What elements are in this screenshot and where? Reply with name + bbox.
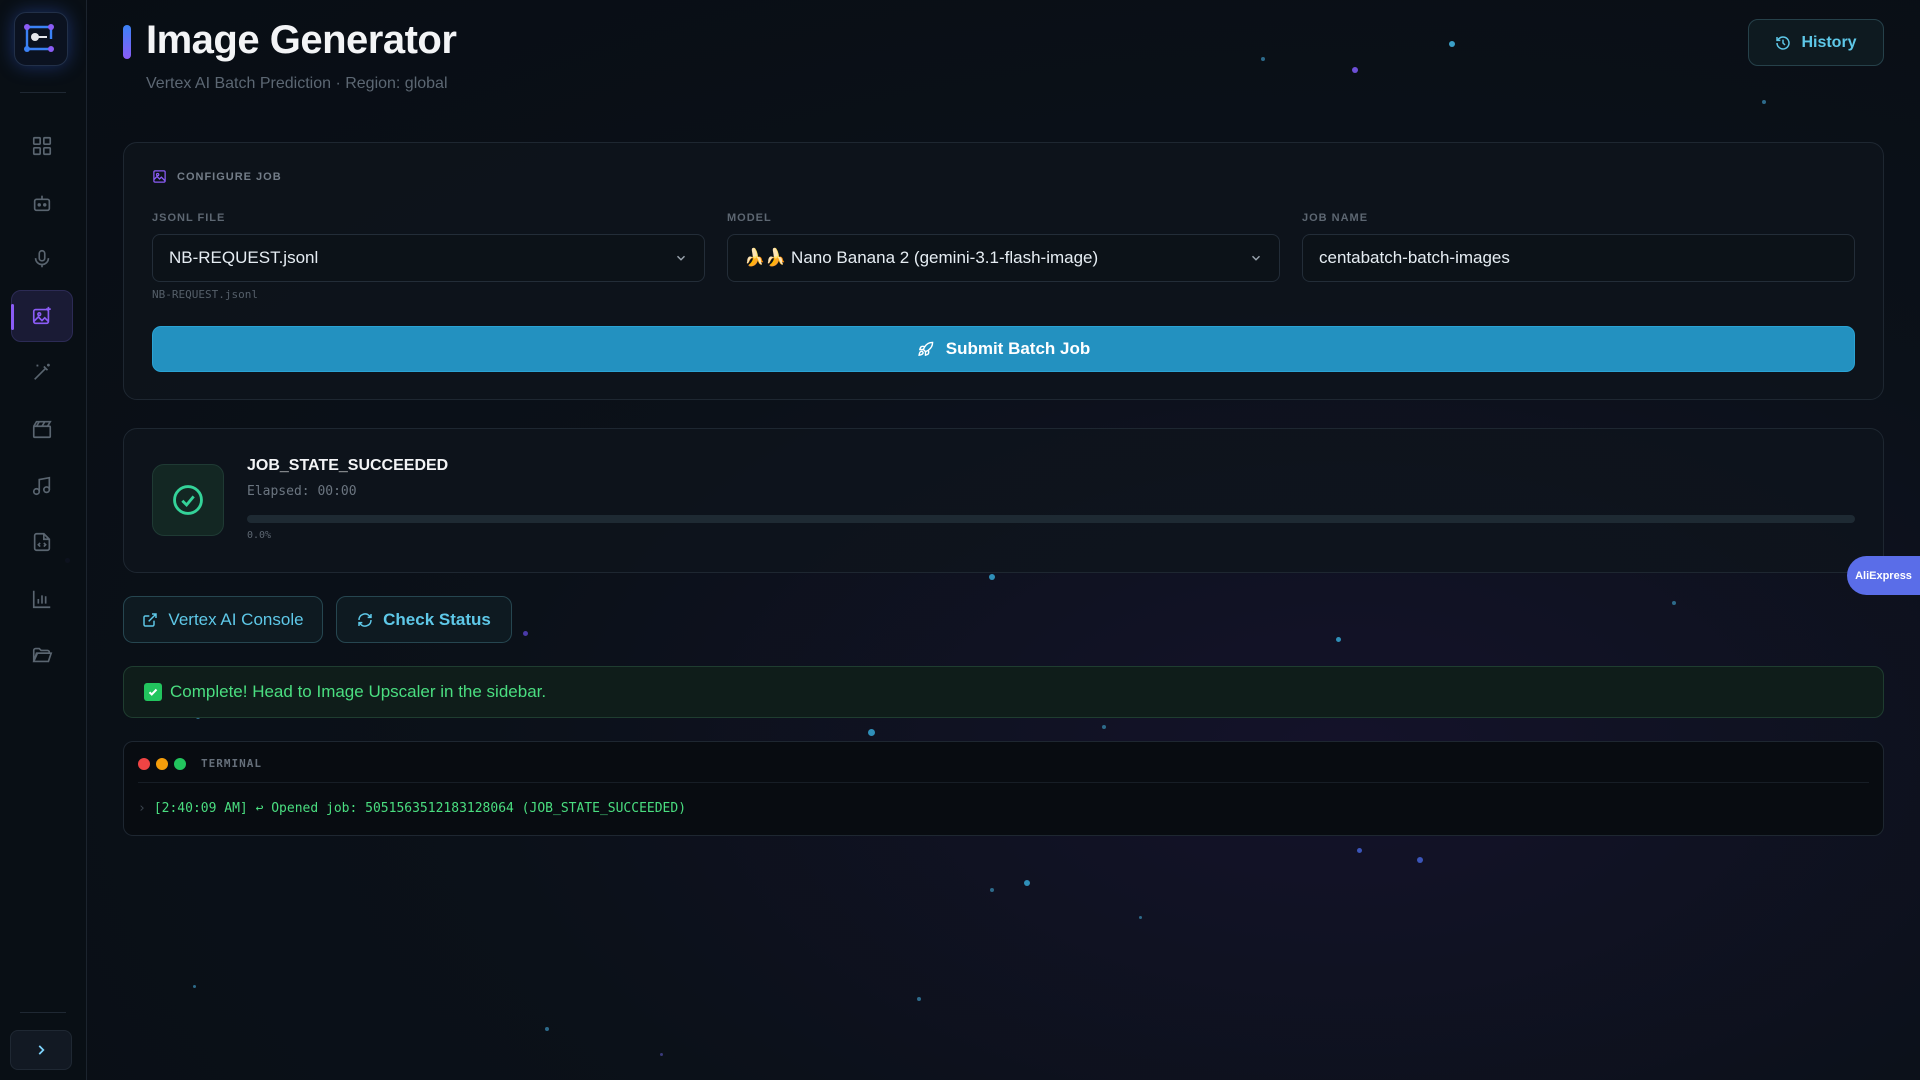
page-title: Image Generator	[146, 18, 457, 62]
vertex-ai-console-button[interactable]: Vertex AI Console	[123, 596, 323, 643]
dashboard-icon	[32, 136, 52, 156]
rocket-icon	[918, 341, 934, 356]
title-accent-bar	[123, 25, 131, 59]
submit-batch-job-label: Submit Batch Job	[945, 339, 1091, 358]
check-circle-icon	[173, 485, 203, 515]
configure-job-heading: CONFIGURE JOB	[152, 169, 282, 184]
job-progress-text: 0.0%	[247, 530, 272, 541]
microphone-icon	[34, 249, 50, 268]
check-status-label: Check Status	[383, 609, 491, 629]
terminal-log-text: [2:40:09 AM] ↩ Opened job: 5051563512183…	[153, 801, 687, 816]
model-value: 🍌🍌 Nano Banana 2 (gemini-3.1-flash-image…	[744, 248, 1099, 267]
success-banner: Complete! Head to Image Upscaler in the …	[123, 666, 1884, 718]
clapperboard-icon	[32, 420, 52, 439]
sidebar-item-dashboard[interactable]	[11, 120, 73, 172]
sidebar-item-code-files[interactable]	[11, 516, 73, 568]
submit-batch-job-button[interactable]: Submit Batch Job	[152, 326, 1855, 372]
terminal-maximize-dot	[174, 758, 186, 770]
status-indicator	[152, 464, 224, 536]
app-logo-icon[interactable]	[14, 12, 68, 66]
job-progress-bar	[247, 515, 1855, 523]
jsonl-file-value: NB-REQUEST.jsonl	[169, 248, 319, 267]
sidebar-item-image-upscaler[interactable]	[11, 346, 73, 398]
refresh-icon	[358, 612, 372, 627]
terminal-minimize-dot	[156, 758, 168, 770]
external-link-icon	[143, 612, 158, 627]
model-label: MODEL	[727, 212, 772, 224]
sidebar-item-video[interactable]	[11, 403, 73, 455]
sidebar-item-agents[interactable]	[11, 177, 73, 229]
sidebar-divider	[20, 92, 66, 93]
magic-wand-icon	[34, 363, 50, 380]
history-icon	[1776, 35, 1791, 50]
job-name-input[interactable]	[1302, 234, 1855, 282]
terminal-label: TERMINAL	[201, 757, 262, 770]
jsonl-file-select[interactable]: NB-REQUEST.jsonl	[152, 234, 705, 282]
sidebar-item-music[interactable]	[11, 460, 73, 512]
code-file-icon	[33, 532, 51, 552]
terminal-close-dot	[138, 758, 150, 770]
model-select[interactable]: 🍌🍌 Nano Banana 2 (gemini-3.1-flash-image…	[727, 234, 1280, 282]
sidebar-item-image-generator[interactable]	[11, 290, 73, 342]
check-status-button[interactable]: Check Status	[336, 596, 512, 643]
sidebar	[0, 0, 87, 1080]
terminal-panel	[123, 741, 1884, 836]
job-state-text: JOB_STATE_SUCCEEDED	[247, 457, 449, 474]
chevron-down-icon	[676, 255, 686, 261]
elapsed-time: Elapsed: 00:00	[247, 484, 357, 499]
success-message: Complete! Head to Image Upscaler in the …	[170, 682, 547, 701]
history-button-label: History	[1801, 33, 1857, 51]
image-settings-icon	[153, 170, 166, 183]
terminal-prompt-icon: ›	[138, 801, 146, 816]
job-name-label: JOB NAME	[1302, 212, 1369, 224]
sidebar-expand-button[interactable]	[10, 1030, 72, 1070]
sidebar-item-files[interactable]	[11, 629, 73, 681]
sidebar-divider	[20, 1012, 66, 1013]
music-note-icon	[32, 476, 51, 496]
chevron-right-icon	[38, 1045, 45, 1055]
job-status-card	[123, 428, 1884, 573]
terminal-log-line: › [2:40:09 AM] ↩ Opened job: 505156351218…	[138, 801, 686, 816]
jsonl-file-hint: NB-REQUEST.jsonl	[152, 288, 258, 301]
vertex-ai-console-label: Vertex AI Console	[168, 609, 304, 629]
terminal-divider	[138, 782, 1869, 783]
aliexpress-extension-badge[interactable]: AliExpress	[1847, 556, 1920, 595]
bar-chart-icon	[32, 590, 51, 609]
jsonl-file-label: JSONL FILE	[152, 212, 226, 224]
page-subtitle: Vertex AI Batch Prediction · Region: glo…	[146, 75, 448, 92]
history-button[interactable]: History	[1748, 19, 1884, 66]
robot-icon	[33, 195, 51, 212]
check-mark-icon	[144, 683, 162, 701]
chevron-down-icon	[1251, 255, 1261, 261]
sidebar-item-analytics[interactable]	[11, 573, 73, 625]
configure-job-label: CONFIGURE JOB	[177, 170, 282, 183]
sidebar-item-voice[interactable]	[11, 233, 73, 285]
folder-open-icon	[32, 647, 53, 663]
image-generate-icon	[32, 306, 51, 325]
